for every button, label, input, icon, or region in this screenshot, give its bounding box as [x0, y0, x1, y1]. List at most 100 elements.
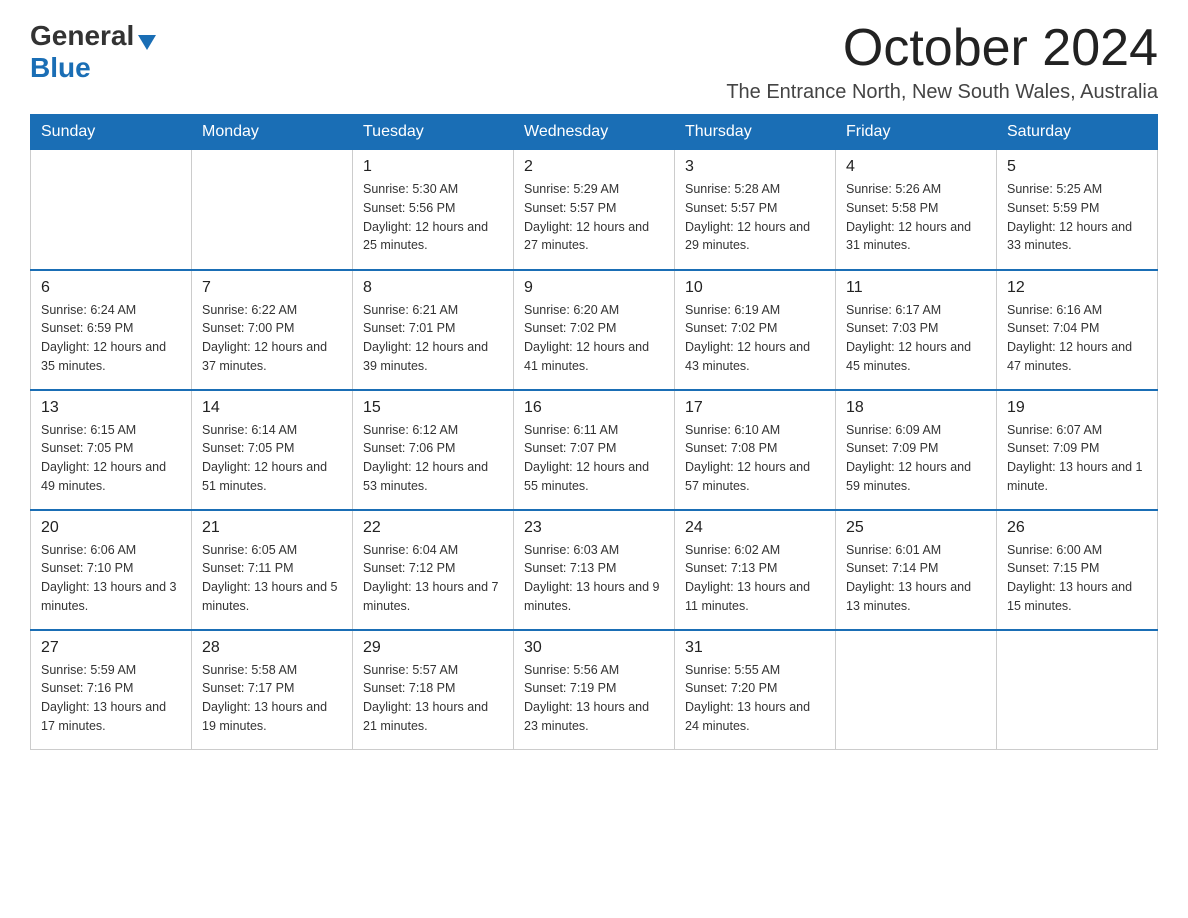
calendar-cell: 28 Sunrise: 5:58 AMSunset: 7:17 PMDayligh… [192, 630, 353, 750]
day-detail: Sunrise: 6:00 AMSunset: 7:15 PMDaylight:… [1007, 541, 1147, 616]
header-monday: Monday [192, 115, 353, 150]
calendar-cell: 12 Sunrise: 6:16 AMSunset: 7:04 PMDayligh… [997, 270, 1158, 390]
page-header: General Blue October 2024 The Entrance N… [30, 20, 1158, 104]
day-detail: Sunrise: 6:07 AMSunset: 7:09 PMDaylight:… [1007, 421, 1147, 496]
calendar-cell: 14 Sunrise: 6:14 AMSunset: 7:05 PMDayligh… [192, 390, 353, 510]
day-number: 27 [41, 639, 181, 657]
day-detail: Sunrise: 6:22 AMSunset: 7:00 PMDaylight:… [202, 301, 342, 376]
day-detail: Sunrise: 5:57 AMSunset: 7:18 PMDaylight:… [363, 661, 503, 736]
day-detail: Sunrise: 6:10 AMSunset: 7:08 PMDaylight:… [685, 421, 825, 496]
day-number: 5 [1007, 158, 1147, 176]
day-number: 11 [846, 279, 986, 297]
day-detail: Sunrise: 5:25 AMSunset: 5:59 PMDaylight:… [1007, 180, 1147, 255]
day-number: 16 [524, 399, 664, 417]
day-number: 1 [363, 158, 503, 176]
day-number: 22 [363, 519, 503, 537]
calendar-cell: 16 Sunrise: 6:11 AMSunset: 7:07 PMDayligh… [514, 390, 675, 510]
day-detail: Sunrise: 6:01 AMSunset: 7:14 PMDaylight:… [846, 541, 986, 616]
day-detail: Sunrise: 5:56 AMSunset: 7:19 PMDaylight:… [524, 661, 664, 736]
calendar-cell: 29 Sunrise: 5:57 AMSunset: 7:18 PMDayligh… [353, 630, 514, 750]
header-thursday: Thursday [675, 115, 836, 150]
day-detail: Sunrise: 6:19 AMSunset: 7:02 PMDaylight:… [685, 301, 825, 376]
calendar-cell: 26Sunrise: 6:00 AMSunset: 7:15 PMDayligh… [997, 510, 1158, 630]
calendar-cell: 24Sunrise: 6:02 AMSunset: 7:13 PMDayligh… [675, 510, 836, 630]
calendar-cell: 1 Sunrise: 5:30 AMSunset: 5:56 PMDaylight… [353, 150, 514, 270]
calendar-cell: 30 Sunrise: 5:56 AMSunset: 7:19 PMDayligh… [514, 630, 675, 750]
day-detail: Sunrise: 5:29 AMSunset: 5:57 PMDaylight:… [524, 180, 664, 255]
day-number: 24 [685, 519, 825, 537]
header-saturday: Saturday [997, 115, 1158, 150]
calendar-cell: 8 Sunrise: 6:21 AMSunset: 7:01 PMDaylight… [353, 270, 514, 390]
calendar-cell: 25Sunrise: 6:01 AMSunset: 7:14 PMDayligh… [836, 510, 997, 630]
calendar-cell: 20Sunrise: 6:06 AMSunset: 7:10 PMDayligh… [31, 510, 192, 630]
calendar-cell [836, 630, 997, 750]
calendar-cell: 21Sunrise: 6:05 AMSunset: 7:11 PMDayligh… [192, 510, 353, 630]
day-number: 19 [1007, 399, 1147, 417]
calendar-cell: 5 Sunrise: 5:25 AMSunset: 5:59 PMDaylight… [997, 150, 1158, 270]
week-row-1: 1 Sunrise: 5:30 AMSunset: 5:56 PMDaylight… [31, 150, 1158, 270]
day-detail: Sunrise: 6:24 AMSunset: 6:59 PMDaylight:… [41, 301, 181, 376]
day-number: 12 [1007, 279, 1147, 297]
day-number: 2 [524, 158, 664, 176]
day-number: 15 [363, 399, 503, 417]
day-number: 3 [685, 158, 825, 176]
day-detail: Sunrise: 5:58 AMSunset: 7:17 PMDaylight:… [202, 661, 342, 736]
day-detail: Sunrise: 6:21 AMSunset: 7:01 PMDaylight:… [363, 301, 503, 376]
week-row-4: 20Sunrise: 6:06 AMSunset: 7:10 PMDayligh… [31, 510, 1158, 630]
logo-blue-text: Blue [30, 52, 91, 84]
day-number: 4 [846, 158, 986, 176]
day-number: 29 [363, 639, 503, 657]
header-tuesday: Tuesday [353, 115, 514, 150]
day-number: 6 [41, 279, 181, 297]
day-detail: Sunrise: 6:20 AMSunset: 7:02 PMDaylight:… [524, 301, 664, 376]
day-detail: Sunrise: 6:11 AMSunset: 7:07 PMDaylight:… [524, 421, 664, 496]
week-row-2: 6 Sunrise: 6:24 AMSunset: 6:59 PMDaylight… [31, 270, 1158, 390]
day-detail: Sunrise: 6:17 AMSunset: 7:03 PMDaylight:… [846, 301, 986, 376]
calendar-cell: 19 Sunrise: 6:07 AMSunset: 7:09 PMDayligh… [997, 390, 1158, 510]
week-row-3: 13Sunrise: 6:15 AMSunset: 7:05 PMDayligh… [31, 390, 1158, 510]
day-number: 14 [202, 399, 342, 417]
day-detail: Sunrise: 6:16 AMSunset: 7:04 PMDaylight:… [1007, 301, 1147, 376]
calendar-cell: 11 Sunrise: 6:17 AMSunset: 7:03 PMDayligh… [836, 270, 997, 390]
day-detail: Sunrise: 6:05 AMSunset: 7:11 PMDaylight:… [202, 541, 342, 616]
day-detail: Sunrise: 5:28 AMSunset: 5:57 PMDaylight:… [685, 180, 825, 255]
day-number: 8 [363, 279, 503, 297]
calendar-cell: 22 Sunrise: 6:04 AMSunset: 7:12 PMDayligh… [353, 510, 514, 630]
day-number: 9 [524, 279, 664, 297]
day-number: 10 [685, 279, 825, 297]
logo-triangle-icon [138, 35, 156, 50]
day-detail: Sunrise: 5:30 AMSunset: 5:56 PMDaylight:… [363, 180, 503, 255]
calendar-cell: 13Sunrise: 6:15 AMSunset: 7:05 PMDayligh… [31, 390, 192, 510]
day-number: 17 [685, 399, 825, 417]
calendar-cell: 9 Sunrise: 6:20 AMSunset: 7:02 PMDaylight… [514, 270, 675, 390]
calendar-table: SundayMondayTuesdayWednesdayThursdayFrid… [30, 114, 1158, 750]
day-detail: Sunrise: 6:04 AMSunset: 7:12 PMDaylight:… [363, 541, 503, 616]
day-number: 13 [41, 399, 181, 417]
calendar-cell: 7Sunrise: 6:22 AMSunset: 7:00 PMDaylight… [192, 270, 353, 390]
day-detail: Sunrise: 6:09 AMSunset: 7:09 PMDaylight:… [846, 421, 986, 496]
calendar-cell: 10 Sunrise: 6:19 AMSunset: 7:02 PMDayligh… [675, 270, 836, 390]
header-wednesday: Wednesday [514, 115, 675, 150]
day-detail: Sunrise: 6:12 AMSunset: 7:06 PMDaylight:… [363, 421, 503, 496]
day-detail: Sunrise: 5:26 AMSunset: 5:58 PMDaylight:… [846, 180, 986, 255]
calendar-cell: 18 Sunrise: 6:09 AMSunset: 7:09 PMDayligh… [836, 390, 997, 510]
day-number: 18 [846, 399, 986, 417]
calendar-cell: 6 Sunrise: 6:24 AMSunset: 6:59 PMDaylight… [31, 270, 192, 390]
calendar-cell [31, 150, 192, 270]
header-sunday: Sunday [31, 115, 192, 150]
day-detail: Sunrise: 6:03 AMSunset: 7:13 PMDaylight:… [524, 541, 664, 616]
calendar-cell [192, 150, 353, 270]
calendar-header-row: SundayMondayTuesdayWednesdayThursdayFrid… [31, 115, 1158, 150]
day-number: 28 [202, 639, 342, 657]
calendar-cell [997, 630, 1158, 750]
main-title: October 2024 [726, 20, 1158, 77]
day-number: 31 [685, 639, 825, 657]
day-number: 20 [41, 519, 181, 537]
day-number: 30 [524, 639, 664, 657]
calendar-cell: 31Sunrise: 5:55 AMSunset: 7:20 PMDayligh… [675, 630, 836, 750]
logo: General Blue [30, 20, 156, 84]
calendar-cell: 17 Sunrise: 6:10 AMSunset: 7:08 PMDayligh… [675, 390, 836, 510]
calendar-cell: 4 Sunrise: 5:26 AMSunset: 5:58 PMDaylight… [836, 150, 997, 270]
calendar-cell: 3 Sunrise: 5:28 AMSunset: 5:57 PMDaylight… [675, 150, 836, 270]
day-detail: Sunrise: 6:14 AMSunset: 7:05 PMDaylight:… [202, 421, 342, 496]
